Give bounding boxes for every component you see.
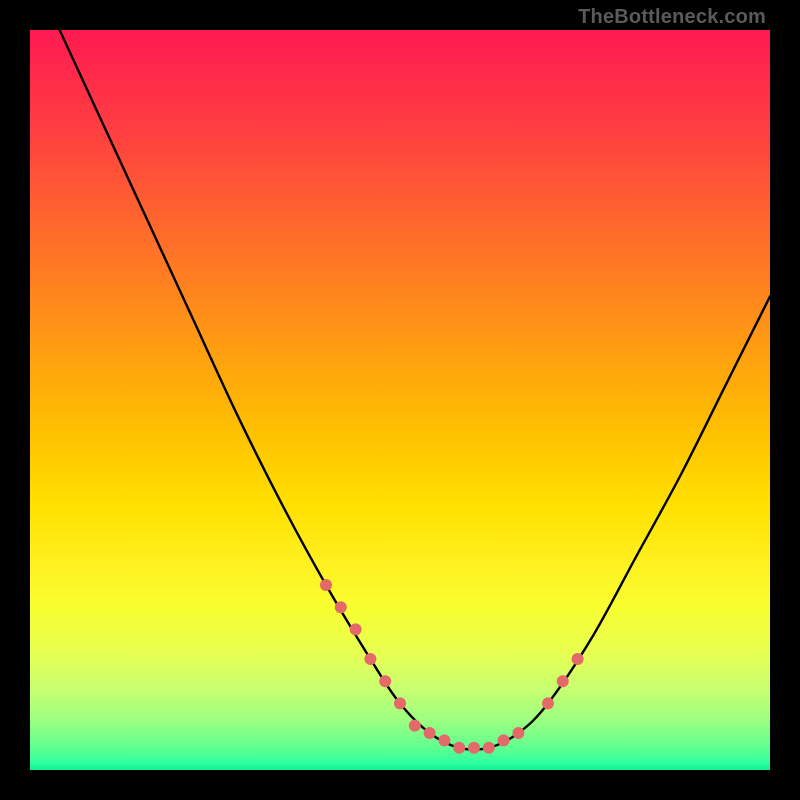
highlight-dot bbox=[394, 697, 406, 709]
highlight-dot bbox=[379, 675, 391, 687]
highlight-dot bbox=[424, 727, 436, 739]
highlight-dot bbox=[483, 742, 495, 754]
highlight-dot bbox=[557, 675, 569, 687]
highlight-dot bbox=[350, 623, 362, 635]
highlight-dot bbox=[498, 734, 510, 746]
highlight-dot bbox=[512, 727, 524, 739]
chart-svg bbox=[30, 30, 770, 770]
highlight-dot bbox=[364, 653, 376, 665]
bottleneck-curve bbox=[60, 30, 770, 750]
highlight-dot bbox=[572, 653, 584, 665]
chart-frame: TheBottleneck.com bbox=[0, 0, 800, 800]
highlight-dots bbox=[320, 579, 584, 754]
highlight-dot bbox=[438, 734, 450, 746]
attribution-text: TheBottleneck.com bbox=[578, 6, 766, 29]
highlight-dot bbox=[320, 579, 332, 591]
highlight-dot bbox=[468, 742, 480, 754]
highlight-dot bbox=[409, 720, 421, 732]
plot-area bbox=[30, 30, 770, 770]
highlight-dot bbox=[335, 601, 347, 613]
highlight-dot bbox=[453, 742, 465, 754]
highlight-dot bbox=[542, 697, 554, 709]
